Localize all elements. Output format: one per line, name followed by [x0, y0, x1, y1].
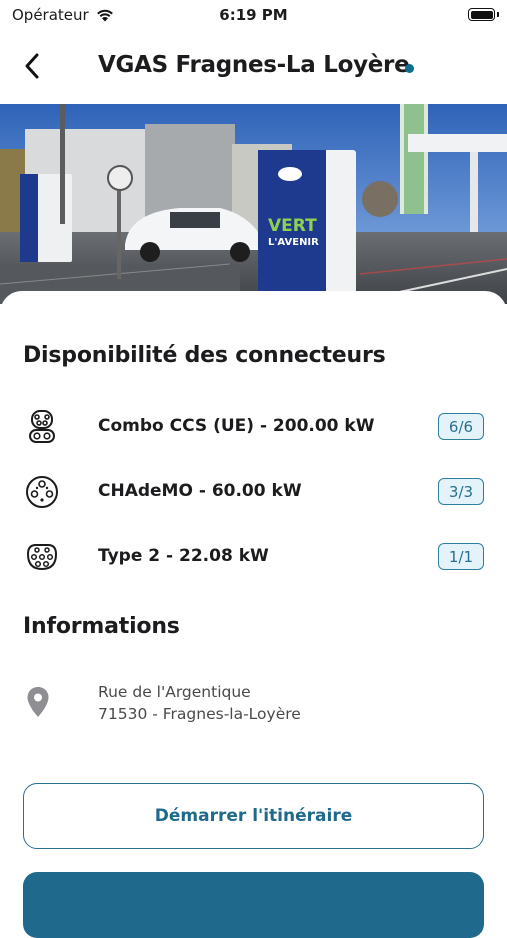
- back-button[interactable]: [14, 48, 50, 84]
- availability-badge: 1/1: [438, 543, 484, 570]
- chademo-connector-icon: [26, 476, 58, 508]
- connector-row[interactable]: Type 2 - 22.08 kW 1/1: [0, 535, 507, 579]
- connector-label: Combo CCS (UE) - 200.00 kW: [98, 416, 375, 436]
- connector-label: CHAdeMO - 60.00 kW: [98, 481, 302, 501]
- charger-text-line1: VERT: [268, 216, 317, 236]
- charger-text-line2: L'AVENIR: [268, 237, 319, 248]
- page-title: VGAS Fragnes-La Loyère: [98, 52, 410, 78]
- status-bar: Opérateur 6:19 PM: [0, 0, 507, 32]
- battery-cap: [497, 12, 499, 17]
- availability-badge: 6/6: [438, 413, 484, 440]
- type2-connector-icon: [26, 544, 58, 571]
- location-pin-icon: [27, 687, 49, 717]
- battery-icon: [468, 8, 495, 21]
- connector-row[interactable]: Combo CCS (UE) - 200.00 kW 6/6: [0, 405, 507, 449]
- address-street: Rue de l'Argentique: [98, 683, 251, 701]
- ccs-combo-connector-icon: [29, 410, 55, 443]
- info-section-title: Informations: [23, 614, 180, 639]
- chevron-left-icon: [25, 53, 39, 79]
- primary-action-button[interactable]: [23, 872, 484, 938]
- station-photo-illustration: VERT L'AVENIR: [0, 104, 507, 304]
- connectors-section-title: Disponibilité des connecteurs: [23, 343, 386, 368]
- connector-label: Type 2 - 22.08 kW: [98, 546, 269, 566]
- clock: 6:19 PM: [219, 6, 288, 24]
- navigation-bar: VGAS Fragnes-La Loyère: [0, 32, 507, 104]
- station-status-dot: [405, 64, 414, 73]
- address-city: 71530 - Fragnes-la-Loyère: [98, 705, 301, 723]
- availability-badge: 3/3: [438, 478, 484, 505]
- start-route-button[interactable]: Démarrer l'itinéraire: [23, 783, 484, 849]
- connector-row[interactable]: CHAdeMO - 60.00 kW 3/3: [0, 470, 507, 514]
- station-photo: VERT L'AVENIR: [0, 104, 507, 304]
